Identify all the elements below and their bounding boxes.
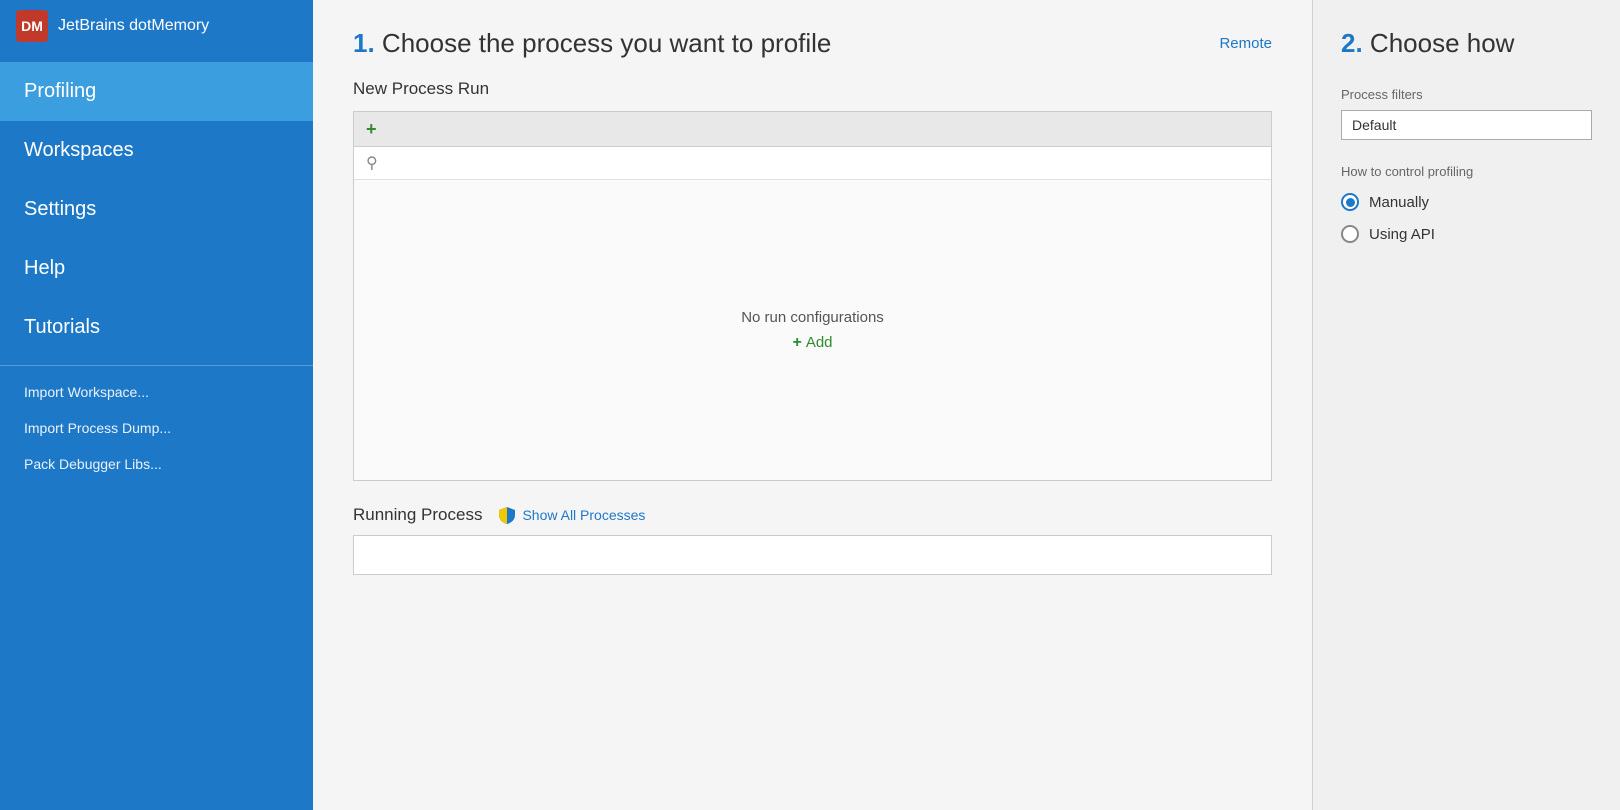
pack-debugger-libs-link[interactable]: Pack Debugger Libs... — [0, 446, 313, 482]
no-configs-text: No run configurations — [741, 309, 884, 326]
control-profiling-label: How to control profiling — [1341, 164, 1592, 179]
right-panel: 2. Choose how Process filters Default Ho… — [1313, 0, 1620, 810]
radio-option-using-api[interactable]: Using API — [1341, 225, 1592, 243]
import-process-dump-link[interactable]: Import Process Dump... — [0, 410, 313, 446]
sidebar-item-profiling[interactable]: Profiling — [0, 62, 313, 121]
sidebar-item-workspaces[interactable]: Workspaces — [0, 121, 313, 180]
svg-text:DM: DM — [21, 18, 43, 34]
remote-link[interactable]: Remote — [1219, 35, 1272, 52]
show-all-label: Show All Processes — [522, 507, 645, 523]
radio-using-api[interactable] — [1341, 225, 1359, 243]
radio-using-api-label: Using API — [1369, 226, 1435, 243]
search-bar: ⚲ — [354, 147, 1271, 180]
add-config-bar[interactable]: + — [354, 112, 1271, 147]
shield-icon — [498, 506, 516, 524]
main-content: 1. Choose the process you want to profil… — [313, 0, 1313, 810]
step2-title: 2. Choose how — [1341, 28, 1592, 59]
radio-option-manually[interactable]: Manually — [1341, 193, 1592, 211]
sidebar-item-tutorials[interactable]: Tutorials — [0, 298, 313, 357]
sidebar-divider — [0, 365, 313, 366]
radio-manually-label: Manually — [1369, 194, 1429, 211]
import-workspace-link[interactable]: Import Workspace... — [0, 374, 313, 410]
sidebar: DM JetBrains dotMemory Profiling Workspa… — [0, 0, 313, 810]
no-configs-area: No run configurations + Add — [354, 180, 1271, 480]
add-link-label: Add — [806, 334, 833, 351]
radio-manually[interactable] — [1341, 193, 1359, 211]
app-header: DM JetBrains dotMemory — [0, 0, 313, 52]
app-title: JetBrains dotMemory — [58, 17, 209, 35]
process-list-container: + ⚲ No run configurations + Add — [353, 111, 1272, 481]
add-config-link[interactable]: + Add — [792, 334, 832, 352]
step1-number: 1. — [353, 28, 375, 58]
sidebar-nav: Profiling Workspaces Settings Help Tutor… — [0, 62, 313, 810]
show-all-processes-button[interactable]: Show All Processes — [498, 506, 645, 524]
app-logo-icon: DM — [16, 10, 48, 42]
search-input[interactable] — [386, 155, 1259, 171]
add-config-icon: + — [366, 120, 377, 138]
new-process-section-title: New Process Run — [353, 79, 1272, 99]
add-link-icon: + — [792, 334, 801, 352]
step1-header: 1. Choose the process you want to profil… — [313, 0, 1312, 79]
sidebar-item-help[interactable]: Help — [0, 239, 313, 298]
process-filters-label: Process filters — [1341, 87, 1592, 102]
search-icon: ⚲ — [366, 153, 378, 173]
sidebar-item-settings[interactable]: Settings — [0, 180, 313, 239]
main-body: New Process Run + ⚲ No run configuration… — [313, 79, 1312, 810]
running-process-label: Running Process — [353, 505, 482, 525]
process-filters-dropdown[interactable]: Default — [1341, 110, 1592, 140]
running-process-table — [353, 535, 1272, 575]
running-process-section: Running Process Show All Processes — [353, 505, 1272, 525]
step1-title: 1. Choose the process you want to profil… — [353, 28, 831, 59]
